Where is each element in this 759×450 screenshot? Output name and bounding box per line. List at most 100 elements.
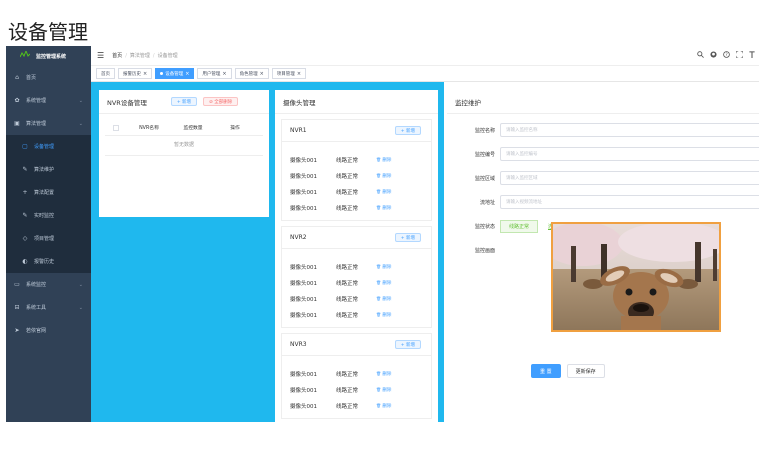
camera-panel: 摄像头管理 NVR1 + 新增 摄像头001 线路正常 🗑 删除 摄像头001 线路正常 🗑 …: [275, 90, 438, 422]
tab-tag[interactable]: 用户管理 ×: [197, 68, 232, 79]
camera-status: 线路正常: [336, 174, 359, 180]
sidebar-item[interactable]: ✎ 算法维护: [6, 158, 91, 181]
save-button[interactable]: 更新保存: [566, 364, 605, 378]
tools-icon: ⊟: [14, 304, 20, 311]
camera-add-button[interactable]: + 新增: [394, 340, 421, 349]
camera-name: 摄像头001: [290, 190, 317, 196]
active-dot-icon: [160, 72, 164, 75]
sidebar-item[interactable]: ✿ 系统管理 ⌄: [6, 89, 91, 112]
camera-delete-button[interactable]: 🗑 删除: [376, 264, 391, 270]
toolbar: ?: [697, 50, 755, 60]
sidebar-item[interactable]: ◐ 报警历史: [6, 250, 91, 273]
tab-tag[interactable]: 首页: [96, 68, 115, 79]
nvr-add-button[interactable]: + 新增: [170, 97, 198, 106]
camera-delete-button[interactable]: 🗑 删除: [376, 296, 391, 302]
camera-delete-label: 删除: [382, 190, 392, 195]
sidebar-item[interactable]: ➤ 若依官网: [6, 319, 91, 342]
chevron-down-icon: ⌄: [78, 97, 83, 104]
camera-name: 摄像头001: [290, 158, 317, 164]
camera-status: 线路正常: [336, 281, 359, 287]
camera-row: 摄像头001 线路正常 🗑 删除: [282, 168, 431, 184]
sidebar-item[interactable]: ⌂ 首页: [6, 66, 91, 89]
tab-tag[interactable]: 角色管理 ×: [234, 68, 269, 79]
sidebar-item-label: 实时监控: [34, 213, 55, 219]
breadcrumb-item: 设备管理: [157, 53, 178, 59]
camera-delete-button[interactable]: 🗑 删除: [376, 403, 391, 409]
sidebar-item[interactable]: ◇ 项目管理: [6, 227, 91, 250]
form-row: 流地址 请输入视频流地址: [447, 190, 759, 214]
tab-tag-label: 用户管理: [202, 71, 221, 77]
fullscreen-icon[interactable]: [735, 50, 744, 60]
sidebar: 监控管理系统 ⌂ 首页 ✿ 系统管理 ⌄ ▣ 算法管理 ⌄ ▢ 设备管理 ✎ 算法维护 + 算法配置 ✎ 实时…: [6, 46, 91, 422]
camera-row: 摄像头001 线路正常 🗑 删除: [282, 382, 431, 398]
close-icon[interactable]: ×: [185, 71, 189, 77]
page-heading: 设备管理: [8, 20, 88, 44]
tab-tag[interactable]: 项目管理 ×: [271, 68, 307, 79]
status-label: 监控状态: [474, 223, 495, 230]
camera-delete-button[interactable]: 🗑 删除: [376, 189, 391, 195]
camera-delete-label: 删除: [382, 281, 392, 286]
nvr-name: NVR1: [290, 127, 307, 134]
form-input[interactable]: 请输入监控名称: [500, 123, 759, 137]
form-row: 监控编号 请输入监控编号: [447, 142, 759, 166]
camera-status: 线路正常: [336, 297, 359, 303]
sidebar-item[interactable]: ▭ 系统监控 ⌄: [6, 273, 91, 296]
camera-delete-button[interactable]: 🗑 删除: [376, 173, 391, 179]
search-icon[interactable]: [697, 51, 704, 60]
select-all-checkbox[interactable]: [113, 124, 119, 131]
camera-status: 线路正常: [336, 372, 359, 378]
font-size-icon[interactable]: [749, 51, 755, 60]
camera-name: 摄像头001: [290, 388, 317, 394]
close-icon[interactable]: ×: [143, 71, 147, 77]
plus-icon: +: [22, 189, 28, 196]
breadcrumb-item[interactable]: 算法管理: [130, 52, 150, 59]
sidebar-item[interactable]: ⊟ 系统工具 ⌄: [6, 296, 91, 319]
camera-add-button[interactable]: + 新增: [394, 126, 421, 135]
camera-name: 摄像头001: [290, 265, 317, 271]
form-row: 监控名称 请输入监控名称: [447, 118, 759, 142]
tab-tag[interactable]: 报警历史 ×: [118, 68, 153, 79]
close-icon[interactable]: ×: [297, 71, 301, 77]
form-input[interactable]: 请输入视频流地址: [500, 195, 759, 209]
form-label: 监控名称: [474, 127, 495, 134]
reset-button[interactable]: 重 置: [531, 364, 561, 378]
tags-view: 首页 报警历史 × 设备管理 × 用户管理 × 角色管理 × 项目管理 ×: [91, 66, 759, 82]
close-icon[interactable]: ×: [260, 71, 264, 77]
sidebar-item[interactable]: ▣ 算法管理 ⌄: [6, 112, 91, 135]
sidebar-item[interactable]: ▢ 设备管理: [6, 135, 91, 158]
form-input[interactable]: 请输入监控区域: [500, 171, 759, 185]
close-icon[interactable]: ×: [222, 71, 226, 77]
column-header: 监控数量: [183, 126, 203, 131]
logo[interactable]: 监控管理系统: [6, 46, 91, 66]
camera-row: 摄像头001 线路正常 🗑 删除: [282, 200, 431, 216]
tab-tag[interactable]: 设备管理 ×: [155, 68, 195, 79]
camera-row: 摄像头001 线路正常 🗑 删除: [282, 398, 431, 414]
camera-delete-button[interactable]: 🗑 删除: [376, 280, 391, 286]
camera-delete-button[interactable]: 🗑 删除: [376, 157, 391, 163]
logo-icon: [19, 49, 31, 62]
camera-delete-label: 删除: [382, 158, 392, 163]
sidebar-item[interactable]: ✎ 实时监控: [6, 204, 91, 227]
form-input[interactable]: 请输入监控编号: [500, 147, 759, 161]
camera-delete-button[interactable]: 🗑 删除: [376, 205, 391, 211]
camera-delete-button[interactable]: 🗑 删除: [376, 371, 391, 377]
breadcrumb-item[interactable]: 首页: [112, 52, 122, 59]
camera-list[interactable]: NVR1 + 新增 摄像头001 线路正常 🗑 删除 摄像头001 线路正常 🗑 删除 摄像头0…: [275, 114, 438, 422]
sidebar-item-label: 算法管理: [26, 121, 47, 127]
camera-add-button[interactable]: + 新增: [394, 233, 421, 242]
column-header: NVR名称: [139, 126, 159, 131]
sidebar-item[interactable]: + 算法配置: [6, 181, 91, 204]
camera-delete-label: 删除: [382, 404, 392, 409]
github-icon[interactable]: [710, 51, 717, 60]
camera-delete-button[interactable]: 🗑 删除: [376, 312, 391, 318]
hamburger-icon[interactable]: ☰: [97, 51, 104, 60]
camera-delete-button[interactable]: 🗑 删除: [376, 387, 391, 393]
camera-rows: 摄像头001 线路正常 🗑 删除 摄像头001 线路正常 🗑 删除 摄像头001 线路正常 🗑 …: [282, 249, 431, 327]
camera-row: 摄像头001 线路正常 🗑 删除: [282, 307, 431, 323]
nvr-card-header: NVR2 + 新增: [282, 227, 431, 249]
chevron-down-icon: ⌄: [78, 120, 83, 127]
image-label: 监控画面: [474, 247, 495, 254]
nvr-delete-all-button[interactable]: ⊘ 全部删除: [203, 97, 239, 106]
sidebar-menu: ⌂ 首页 ✿ 系统管理 ⌄ ▣ 算法管理 ⌄ ▢ 设备管理 ✎ 算法维护 + 算法配置 ✎ 实时监控 ◇ 项目管理…: [6, 66, 91, 342]
help-icon[interactable]: ?: [723, 51, 730, 60]
